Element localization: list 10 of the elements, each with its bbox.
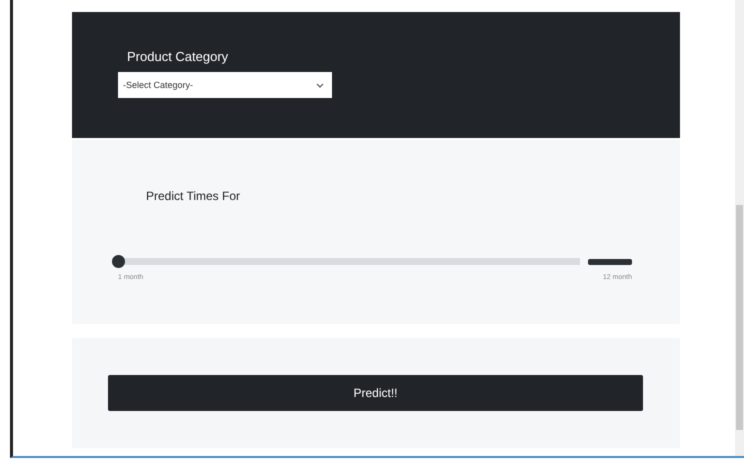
- slider-thumb[interactable]: [112, 255, 125, 268]
- slider-end-marker: [588, 258, 632, 264]
- predict-button[interactable]: Predict!!: [108, 375, 643, 411]
- range-slider[interactable]: [112, 255, 580, 268]
- section-label: Predict Times For: [146, 189, 242, 203]
- scrollbar[interactable]: [735, 0, 744, 456]
- field-label: Product Category: [127, 49, 230, 64]
- chevron-icon: [316, 82, 324, 88]
- category-dropdown[interactable]: -Select Category-: [118, 72, 332, 98]
- scrollbar-thumb[interactable]: [736, 205, 743, 430]
